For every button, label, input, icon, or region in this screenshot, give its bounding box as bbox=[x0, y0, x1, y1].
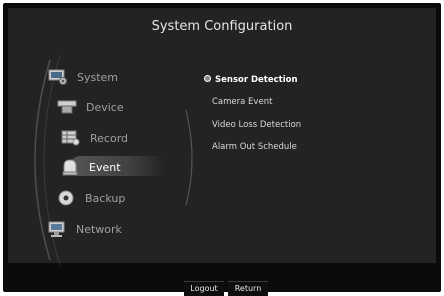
sidebar-item-device[interactable]: Device bbox=[57, 97, 124, 117]
alarm-bell-icon bbox=[60, 158, 80, 176]
monitor-gear-icon bbox=[48, 68, 68, 86]
sidebar-item-label: Event bbox=[89, 160, 121, 174]
sidebar-item-label: Record bbox=[90, 131, 129, 145]
sidebar-item-label: Device bbox=[86, 100, 124, 114]
sidebar-item-network[interactable]: Network bbox=[47, 219, 122, 239]
selected-dot-icon bbox=[204, 75, 211, 82]
submenu-item-camera-event[interactable]: Camera Event bbox=[212, 96, 272, 108]
sidebar-item-record[interactable]: Record bbox=[61, 128, 128, 148]
camera-icon bbox=[57, 98, 77, 116]
logout-button[interactable]: Logout bbox=[184, 281, 224, 296]
sidebar-item-label: System bbox=[77, 70, 119, 84]
sidebar-item-system[interactable]: System bbox=[48, 67, 118, 87]
sidebar-item-backup[interactable]: Backup bbox=[56, 188, 125, 208]
submenu-item-alarm-out-schedule[interactable]: Alarm Out Schedule bbox=[212, 141, 297, 153]
page-title: System Configuration bbox=[151, 19, 293, 34]
sidebar-item-label: Network bbox=[76, 222, 122, 236]
submenu-item-sensor-detection[interactable]: Sensor Detection bbox=[204, 74, 298, 86]
sidebar-item-event[interactable]: Event bbox=[60, 157, 121, 177]
submenu-item-video-loss-detection[interactable]: Video Loss Detection bbox=[212, 119, 301, 131]
return-button[interactable]: Return bbox=[228, 281, 268, 296]
sidebar-item-label: Backup bbox=[85, 191, 126, 205]
disc-icon bbox=[56, 189, 76, 207]
network-monitor-icon bbox=[47, 220, 67, 238]
record-grid-icon bbox=[61, 129, 81, 147]
